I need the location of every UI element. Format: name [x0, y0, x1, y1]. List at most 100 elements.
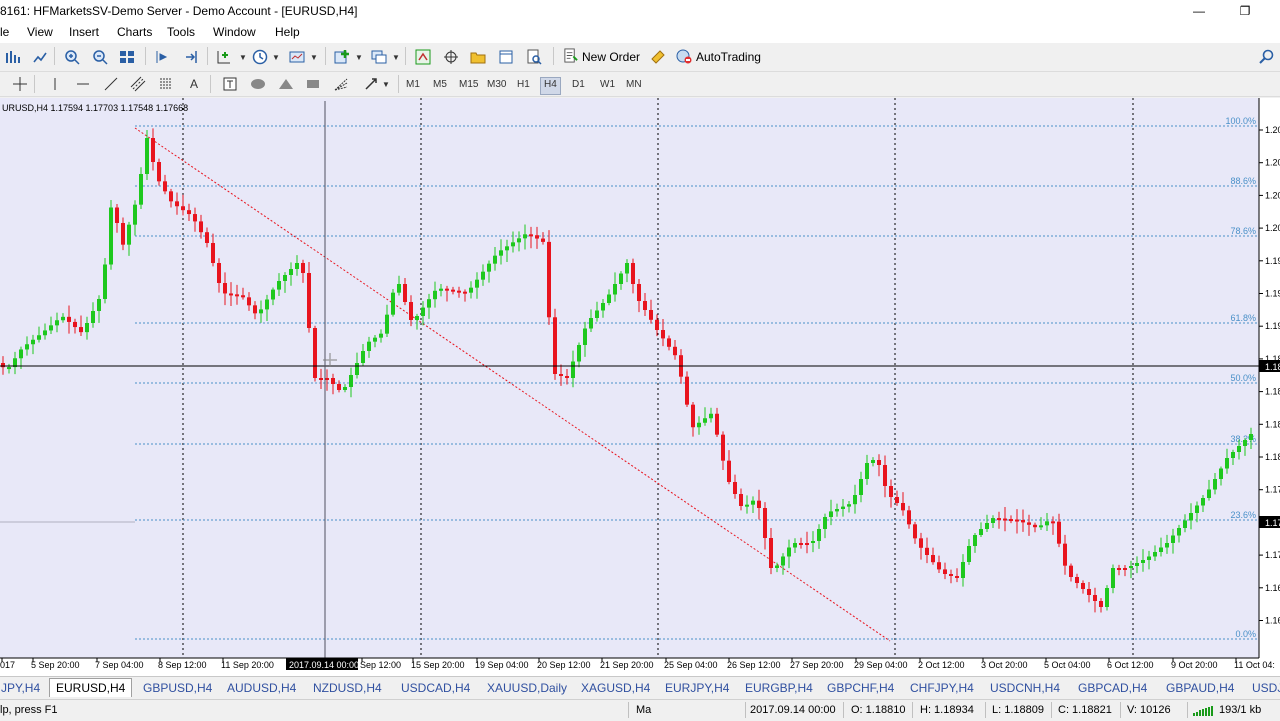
candle-bear — [157, 162, 161, 182]
menu-help[interactable]: Help — [275, 25, 300, 39]
chart-info-label: URUSD,H4 1.17594 1.17703 1.17548 1.17668 — [2, 103, 188, 113]
menu-view[interactable]: View — [27, 25, 53, 39]
chevron-down-icon[interactable]: ▼ — [304, 47, 324, 67]
timeframe-mn[interactable]: MN — [623, 77, 645, 93]
price-chart[interactable]: 100.0%88.6%78.6%61.8%50.0%38.2%23.6%0.0%… — [0, 98, 1280, 676]
timeframe-h4[interactable]: H4 — [540, 77, 561, 95]
candle-bear — [211, 243, 215, 263]
status-separator — [745, 702, 746, 718]
rectangle-icon[interactable] — [303, 74, 323, 94]
tab-nzdusd-h4[interactable]: NZDUSD,H4 — [307, 679, 388, 697]
price-label: 1.19 — [1265, 256, 1280, 266]
time-label: 5 Sep 20:00 — [31, 660, 80, 670]
triangle-icon[interactable] — [276, 74, 296, 94]
zoom-out-icon[interactable] — [90, 47, 110, 67]
timeframe-d1[interactable]: D1 — [569, 77, 588, 93]
timeframe-w1[interactable]: W1 — [597, 77, 618, 93]
candle-bull — [1129, 566, 1133, 568]
tab-xagusd-h4[interactable]: XAGUSD,H4 — [575, 679, 656, 697]
candle-bear — [721, 434, 725, 461]
tab-gbpchf-h4[interactable]: GBPCHF,H4 — [821, 679, 900, 697]
candle-bear — [895, 497, 899, 503]
tab-chfjpy-h4[interactable]: CHFJPY,H4 — [904, 679, 980, 697]
autotrading-button[interactable]: AutoTrading — [673, 47, 764, 67]
navigator-folder-icon[interactable] — [468, 47, 488, 67]
new-chart-icon[interactable] — [3, 47, 23, 67]
market-watch-icon[interactable] — [413, 47, 433, 67]
toolbar-separator — [54, 47, 55, 65]
tab-xauusd-daily[interactable]: XAUUSD,Daily — [481, 679, 573, 697]
menu-window[interactable]: Window — [213, 25, 256, 39]
menu-file[interactable]: le — [0, 25, 9, 39]
timeframe-m5[interactable]: M5 — [430, 77, 450, 93]
time-label: 21 Sep 20:00 — [600, 660, 654, 670]
chevron-down-icon[interactable]: ▼ — [349, 47, 369, 67]
chart-window[interactable]: 100.0% 88.6% 78.6% 61.8% 50.0% 38.2% 23.6% 0.0%… — [0, 98, 1280, 676]
tab-audusd-h4[interactable]: AUDUSD,H4 — [221, 679, 302, 697]
candle-bull — [973, 535, 977, 546]
chevron-down-icon[interactable]: ▼ — [266, 47, 286, 67]
text-tool-icon[interactable]: A — [184, 74, 204, 94]
timeframe-m30[interactable]: M30 — [484, 77, 509, 93]
candle-bull — [343, 387, 347, 390]
new-order-button[interactable]: New Order — [560, 47, 643, 67]
horizontal-line-icon[interactable] — [73, 74, 93, 94]
tab-gbpaud-h4[interactable]: GBPAUD,H4 — [1160, 679, 1240, 697]
fibo-fan-icon[interactable] — [331, 74, 351, 94]
candle-bear — [763, 508, 767, 538]
candle-bull — [1159, 547, 1163, 552]
fib-level-label: 50.0% — [1230, 373, 1256, 383]
minimize-button[interactable]: — — [1184, 2, 1214, 20]
indicators-icon[interactable] — [214, 47, 234, 67]
tab-usdcad-h4[interactable]: USDCAD,H4 — [395, 679, 476, 697]
text-label-icon[interactable] — [220, 74, 240, 94]
search-icon[interactable] — [1257, 47, 1277, 67]
tab-jpy-h4[interactable]: JPY,H4 — [0, 679, 46, 697]
candle-bull — [865, 463, 869, 479]
timeframe-m1[interactable]: M1 — [403, 77, 423, 93]
crosshair-icon[interactable] — [441, 47, 461, 67]
restore-button[interactable]: ❐ — [1230, 2, 1260, 20]
tab-gbpcad-h4[interactable]: GBPCAD,H4 — [1072, 679, 1153, 697]
terminal-icon[interactable] — [496, 47, 516, 67]
tab-usdcnh-h4[interactable]: USDCNH,H4 — [984, 679, 1066, 697]
metaeditor-icon[interactable] — [648, 47, 668, 67]
candle-bull — [619, 273, 623, 284]
trendline-icon[interactable] — [101, 74, 121, 94]
candle-bull — [1201, 498, 1205, 506]
line-studies-toolbar: A ▼ M1 M5 M15 M30 H1 H4 D1 W1 MN — [0, 72, 1280, 97]
candle-bull — [1183, 520, 1187, 528]
candle-bull — [25, 344, 29, 350]
fibonacci-icon[interactable] — [156, 74, 176, 94]
profiles-icon[interactable] — [30, 47, 50, 67]
timeframe-h1[interactable]: H1 — [514, 77, 533, 93]
tab-eurgbp-h4[interactable]: EURGBP,H4 — [739, 679, 819, 697]
tile-windows-icon[interactable] — [117, 47, 137, 67]
chevron-down-icon[interactable]: ▼ — [376, 74, 396, 94]
equidistant-channel-icon[interactable] — [128, 74, 148, 94]
menu-insert[interactable]: Insert — [69, 25, 99, 39]
tab-eurusd-h4[interactable]: EURUSD,H4 — [49, 678, 133, 697]
zoom-in-icon[interactable] — [62, 47, 82, 67]
vertical-line-icon[interactable] — [45, 74, 65, 94]
menu-charts[interactable]: Charts — [117, 25, 152, 39]
price-label: 1.18 — [1265, 387, 1280, 397]
menu-tools[interactable]: Tools — [167, 25, 195, 39]
tab-usdj[interactable]: USDJ — [1246, 679, 1280, 697]
tab-eurjpy-h4[interactable]: EURJPY,H4 — [659, 679, 735, 697]
price-label: 1.16 — [1265, 616, 1280, 626]
candle-bull — [871, 460, 875, 463]
tab-gbpusd-h4[interactable]: GBPUSD,H4 — [137, 679, 218, 697]
fib-level-label: 0.0% — [1235, 629, 1256, 639]
title-bar: 8161: HFMarketsSV-Demo Server - Demo Acc… — [0, 0, 1280, 23]
candle-bull — [829, 511, 833, 517]
chart-shift-icon[interactable] — [152, 47, 172, 67]
autoscroll-icon[interactable] — [181, 47, 201, 67]
crosshair-tool-icon[interactable] — [10, 74, 30, 94]
chevron-down-icon[interactable]: ▼ — [386, 47, 406, 67]
candle-bear — [997, 518, 1001, 521]
candle-bear — [919, 538, 923, 548]
strategy-tester-icon[interactable] — [524, 47, 544, 67]
ellipse-icon[interactable] — [248, 74, 268, 94]
timeframe-m15[interactable]: M15 — [456, 77, 481, 93]
